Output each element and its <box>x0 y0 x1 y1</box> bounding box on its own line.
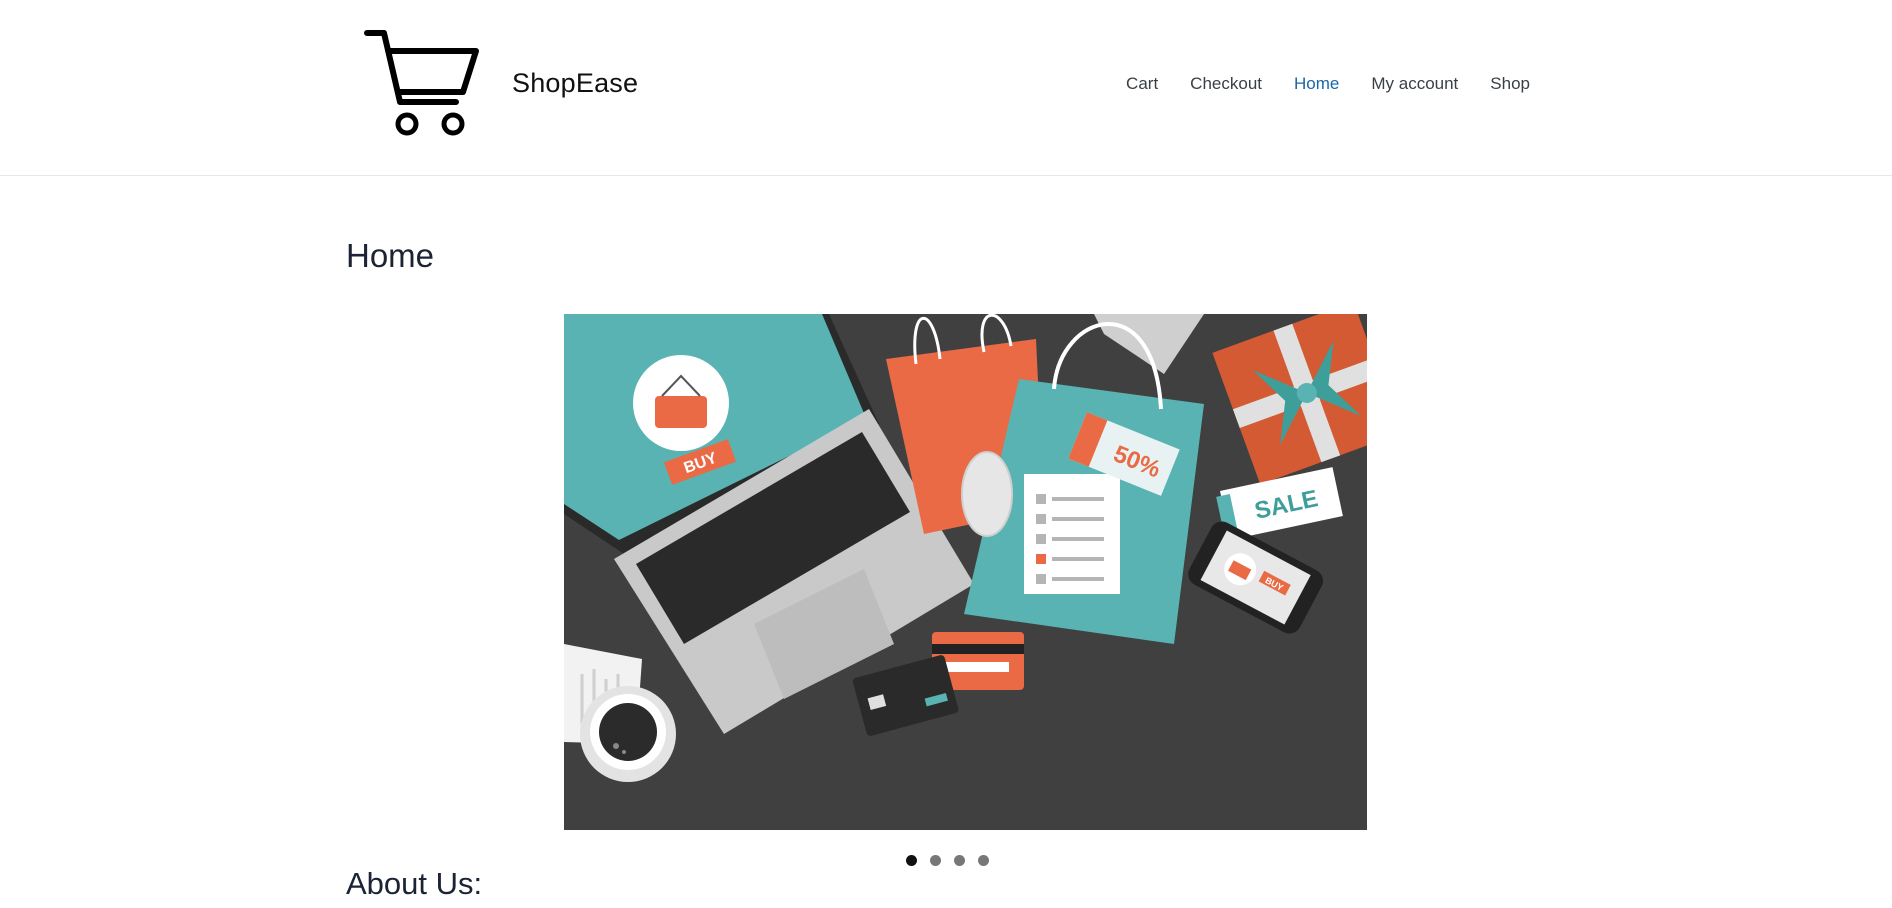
carousel-dot-3[interactable] <box>954 855 965 866</box>
about-heading: About Us: <box>346 866 483 901</box>
carousel-dot-4[interactable] <box>978 855 989 866</box>
site-header: ShopEase Cart Checkout Home My account S… <box>0 0 1892 176</box>
nav-checkout[interactable]: Checkout <box>1190 74 1262 94</box>
main-nav: Cart Checkout Home My account Shop <box>1126 74 1530 94</box>
shopping-cart-icon[interactable] <box>362 28 482 140</box>
carousel-dot-1[interactable] <box>906 855 917 866</box>
nav-my-account[interactable]: My account <box>1371 74 1458 94</box>
carousel-slide-image: BUY 50% SALE BUY <box>564 314 1367 830</box>
carousel-dots <box>906 855 989 866</box>
site-title[interactable]: ShopEase <box>512 68 638 99</box>
page-title: Home <box>346 237 435 274</box>
nav-cart[interactable]: Cart <box>1126 74 1158 94</box>
carousel-dot-2[interactable] <box>930 855 941 866</box>
nav-home[interactable]: Home <box>1294 74 1339 94</box>
nav-shop[interactable]: Shop <box>1490 74 1530 94</box>
